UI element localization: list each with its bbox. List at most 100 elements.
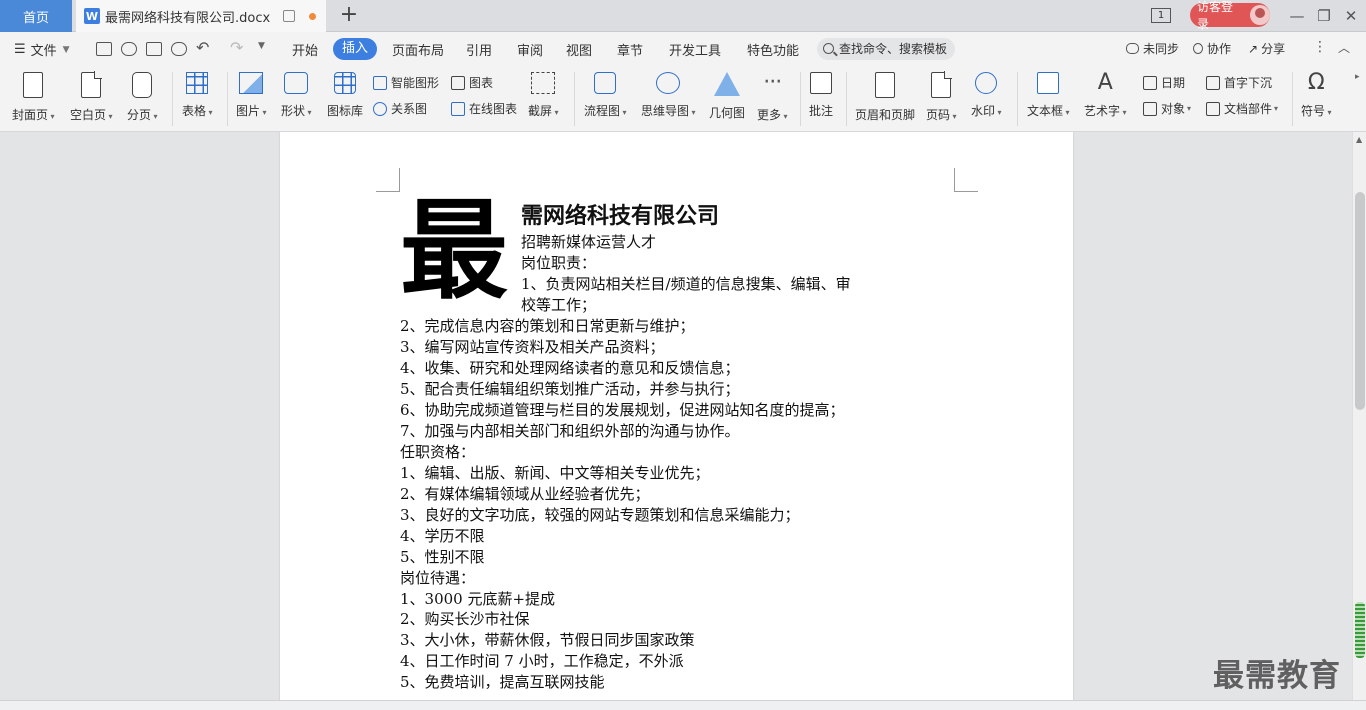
print-preview-icon[interactable] — [171, 42, 187, 56]
document-tab[interactable]: W 最需网络科技有限公司.docx — [76, 0, 326, 32]
header-footer-button[interactable]: 页眉和页脚 — [855, 70, 915, 128]
collaborate-label: 协作 — [1207, 42, 1232, 56]
page-number-label: 页码 — [926, 106, 957, 123]
more-button[interactable]: ··· 更多 — [757, 70, 788, 128]
tab-view[interactable]: 视图 — [566, 40, 592, 59]
more-options-icon[interactable]: ⋮ — [1313, 39, 1327, 55]
page-number-button[interactable]: 页码 — [926, 70, 957, 128]
home-tab[interactable]: 首页 — [0, 0, 72, 32]
vertical-scrollbar[interactable]: ▲ — [1352, 132, 1366, 700]
undo-icon[interactable]: ↶ — [196, 38, 209, 57]
geometry-button[interactable]: 几何图 — [709, 70, 745, 128]
ribbon-scroll-icon[interactable]: ▸ — [1355, 72, 1360, 82]
doc-line[interactable]: 2、有媒体编辑领域从业经验者优先； — [400, 484, 650, 504]
format-painter-icon[interactable] — [121, 42, 137, 56]
tab-screen-icon[interactable] — [283, 10, 295, 22]
unsaved-dot-icon[interactable] — [309, 12, 316, 20]
tab-chapter[interactable]: 章节 — [617, 40, 643, 59]
document-tab-title: 最需网络科技有限公司.docx — [105, 10, 271, 26]
tab-insert[interactable]: 插入 — [333, 38, 377, 60]
command-search-placeholder: 查找命令、搜索模板 — [839, 42, 948, 56]
tab-developer[interactable]: 开发工具 — [669, 40, 721, 59]
doc-line[interactable]: 4、学历不限 — [400, 526, 485, 546]
drop-cap-character[interactable]: 最 — [400, 190, 508, 314]
new-tab-button[interactable]: + — [338, 4, 360, 26]
doc-line[interactable]: 校等工作； — [521, 295, 596, 315]
doc-line[interactable]: 5、配合责任编辑组织策划推广活动，并参与执行； — [400, 379, 740, 399]
doc-line[interactable]: 2、购买长沙市社保 — [400, 609, 530, 629]
share-button[interactable]: ↗ 分享 — [1248, 40, 1285, 57]
relation-chart-button[interactable]: 关系图 — [373, 100, 427, 117]
online-chart-icon — [451, 101, 465, 116]
tab-page-layout[interactable]: 页面布局 — [392, 40, 444, 59]
doc-line[interactable]: 4、日工作时间 7 小时，工作稳定，不外派 — [400, 651, 684, 671]
table-button[interactable]: 表格 — [182, 70, 213, 128]
date-button[interactable]: 日期 — [1143, 74, 1185, 91]
doc-parts-button[interactable]: 文档部件 — [1206, 100, 1278, 117]
icon-library-button[interactable]: 图标库 — [327, 70, 363, 128]
page-count-icon[interactable]: 1 — [1151, 8, 1171, 23]
doc-line[interactable]: 7、加强与内部相关部门和组织外部的沟通与协作。 — [400, 421, 740, 441]
redo-icon[interactable]: ↷ — [230, 38, 243, 57]
watermark-button[interactable]: 水印 — [971, 70, 1002, 128]
doc-line[interactable]: 招聘新媒体运营人才 — [521, 232, 656, 252]
print-icon[interactable] — [146, 42, 162, 56]
scrollbar-thumb[interactable] — [1355, 192, 1365, 410]
tab-special-features[interactable]: 特色功能 — [747, 40, 799, 59]
mind-map-button[interactable]: 思维导图 — [641, 70, 696, 128]
doc-line[interactable]: 6、协助完成频道管理与栏目的发展规划，促进网站知名度的提高； — [400, 400, 845, 420]
doc-line[interactable]: 岗位职责： — [521, 253, 596, 273]
text-box-icon — [1037, 72, 1060, 94]
doc-line[interactable]: 任职资格： — [400, 442, 475, 462]
shape-button[interactable]: 形状 — [281, 70, 312, 128]
page-break-button[interactable]: 分页 — [127, 70, 158, 128]
smart-graphic-button[interactable]: 智能图形 — [373, 74, 439, 91]
doc-line[interactable]: 岗位待遇： — [400, 568, 475, 588]
doc-line[interactable]: 5、免费培训，提高互联网技能 — [400, 672, 605, 692]
text-box-button[interactable]: 文本框 — [1027, 70, 1070, 128]
chart-button[interactable]: 图表 — [451, 74, 493, 91]
picture-button[interactable]: 图片 — [236, 70, 267, 128]
symbol-button[interactable]: Ω 符号 — [1301, 70, 1332, 128]
collapse-ribbon-icon[interactable]: ︿ — [1338, 39, 1350, 56]
doc-line[interactable]: 5、性别不限 — [400, 547, 485, 567]
restore-button[interactable]: ❐ — [1313, 5, 1335, 27]
doc-line[interactable]: 1、3000 元底薪+提成 — [400, 589, 555, 609]
icon-library-icon — [334, 72, 356, 94]
online-chart-button[interactable]: 在线图表 — [451, 100, 517, 117]
word-art-button[interactable]: A 艺术字 — [1084, 70, 1127, 128]
close-button[interactable]: ✕ — [1340, 5, 1362, 27]
doc-line[interactable]: 3、大小休，带薪休假，节假日同步国家政策 — [400, 630, 695, 650]
doc-line[interactable]: 2、完成信息内容的策划和日常更新与维护； — [400, 316, 695, 336]
object-button[interactable]: 对象 — [1143, 100, 1191, 117]
doc-line[interactable]: 1、编辑、出版、新闻、中文等相关专业优先； — [400, 463, 710, 483]
tab-review[interactable]: 审阅 — [517, 40, 543, 59]
doc-line[interactable]: 3、编写网站宣传资料及相关产品资料； — [400, 337, 665, 357]
file-menu[interactable]: ☰ 文件 ▼ — [14, 40, 70, 59]
collaborate-button[interactable]: 协作 — [1193, 40, 1231, 57]
command-search-input[interactable]: 查找命令、搜索模板 — [817, 38, 955, 60]
sync-status-button[interactable]: 未同步 — [1126, 40, 1179, 57]
document-page[interactable]: 最 需网络科技有限公司 招聘新媒体运营人才 岗位职责： 1、负责网站相关栏目/频… — [280, 132, 1073, 700]
cover-page-button[interactable]: 封面页 — [12, 70, 55, 128]
tab-references[interactable]: 引用 — [466, 40, 492, 59]
blank-page-button[interactable]: 空白页 — [70, 70, 113, 128]
cloud-icon — [1126, 43, 1139, 54]
company-name-heading[interactable]: 需网络科技有限公司 — [521, 198, 719, 230]
doc-line[interactable]: 3、良好的文字功底，较强的网站专题策划和信息采编能力； — [400, 505, 800, 525]
minimize-button[interactable]: — — [1286, 5, 1308, 27]
scroll-up-icon[interactable]: ▲ — [1356, 135, 1362, 144]
tab-start[interactable]: 开始 — [292, 40, 318, 59]
customize-toolbar-icon[interactable]: ▼ — [258, 41, 265, 51]
doc-parts-label: 文档部件 — [1224, 102, 1273, 116]
doc-line[interactable]: 4、收集、研究和处理网络读者的意见和反馈信息； — [400, 358, 740, 378]
scroll-position-marker — [1355, 602, 1365, 658]
guest-login-button[interactable]: 访客登录 — [1190, 0, 1270, 31]
drop-cap-button[interactable]: 首字下沉 — [1206, 74, 1272, 91]
object-label: 对象 — [1161, 102, 1186, 116]
comment-button[interactable]: 批注 — [809, 70, 833, 128]
flowchart-button[interactable]: 流程图 — [584, 70, 627, 128]
screenshot-button[interactable]: 截屏 — [528, 70, 559, 128]
save-icon[interactable] — [96, 42, 112, 56]
doc-line[interactable]: 1、负责网站相关栏目/频道的信息搜集、编辑、审 — [521, 274, 851, 294]
